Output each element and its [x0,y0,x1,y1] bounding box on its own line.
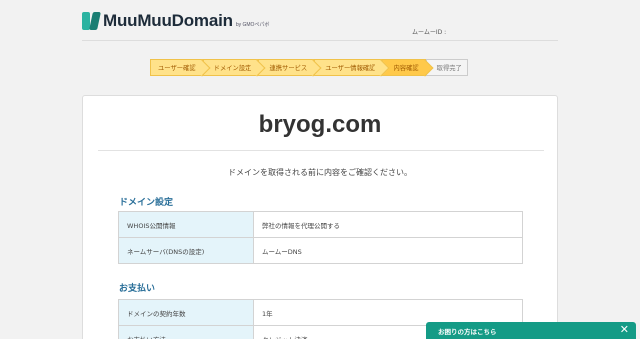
step-linked-services: 連携サービス [258,59,315,76]
header: MuuMuuDomain by GMOペパボ ムームーID : [0,0,640,42]
step-user-confirm: ユーザー確認 [150,59,203,76]
header-divider [82,40,558,41]
help-label[interactable]: お困りの方はこちら [438,326,497,336]
muumuu-logo-icon [82,12,101,30]
row-value: 弊社の情報を代理公開する [253,211,523,238]
close-icon[interactable]: ✕ [620,323,629,337]
domain-settings-title: ドメイン設定 [119,198,174,208]
member-id-label: ムームーID : [412,29,447,36]
muumuu-logo[interactable]: MuuMuuDomain by GMOペパボ [82,11,269,31]
row-label: WHOIS公開情報 [118,211,254,238]
step-domain-settings: ドメイン設定 [202,59,259,76]
step-user-info-confirm: ユーザー情報確認 [314,59,383,76]
row-label: お支払い方法 [118,325,254,339]
confirm-message: ドメインを取得される前に内容をご確認ください。 [228,168,412,177]
domain-name: bryog.com [258,111,382,138]
row-label: ネームサーバ(DNSの設定) [118,237,254,264]
domain-settings-table: WHOIS公開情報 弊社の情報を代理公開する ネームサーバ(DNSの設定) ムー… [118,211,523,264]
row-value: ムームーDNS [253,237,523,264]
progress-steps: ユーザー確認 ドメイン設定 連携サービス ユーザー情報確認 内容確認 取得完了 [150,59,468,76]
card-divider [98,150,544,151]
logo-text: MuuMuuDomain [103,11,233,30]
table-row: WHOIS公開情報 弊社の情報を代理公開する [118,211,523,238]
table-row: ネームサーバ(DNSの設定) ムームーDNS [118,237,523,264]
help-bar[interactable]: お困りの方はこちら ✕ [426,322,636,339]
logo-sub: by GMOペパボ [235,22,270,28]
confirmation-card: bryog.com ドメインを取得される前に内容をご確認ください。 ドメイン設定… [82,95,558,339]
row-label: ドメインの契約年数 [118,299,254,326]
payment-title: お支払い [119,284,156,294]
